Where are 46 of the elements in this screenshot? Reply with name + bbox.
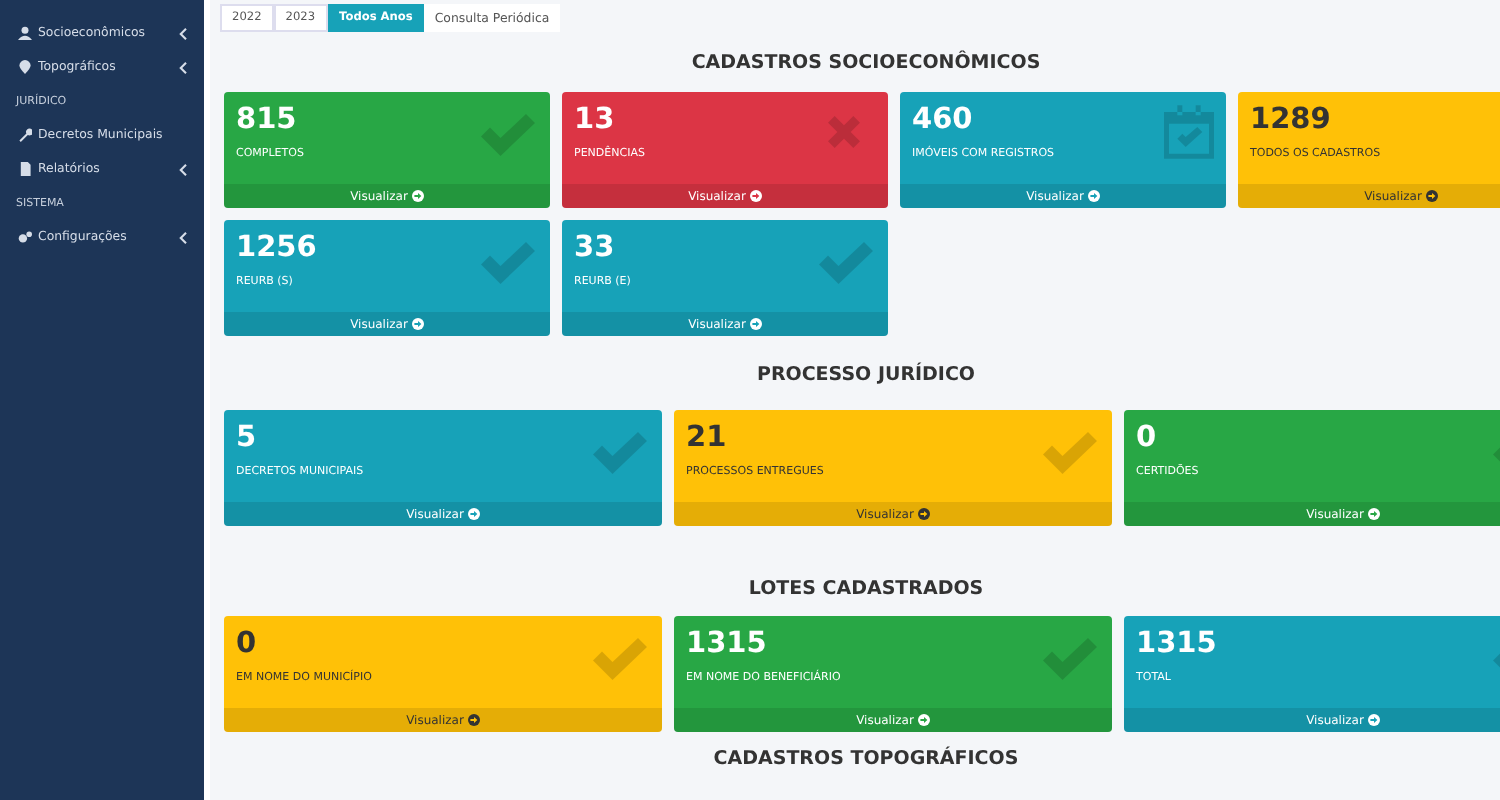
stat-value: 33: [574, 232, 615, 266]
arrow-circle-icon: [917, 714, 930, 726]
check-icon: [478, 112, 538, 158]
chevron-icon[interactable]: [178, 231, 188, 243]
stat-value: 0: [1136, 422, 1157, 456]
check-icon: [590, 430, 650, 476]
stat-value: 1315: [1136, 628, 1217, 662]
stat-value: 13: [574, 104, 615, 138]
check-icon: [1040, 636, 1100, 682]
section-title: PROCESSO JURÍDICO: [754, 364, 978, 386]
section-title: LOTES CADASTRADOS: [746, 578, 986, 600]
arrow-circle-icon: [467, 508, 480, 520]
marker-icon: [18, 60, 32, 74]
arrow-circle-icon: [749, 190, 762, 202]
check-icon: [1040, 430, 1100, 476]
stat-value: 0: [236, 628, 257, 662]
section-title: CADASTROS SOCIOECONÔMICOS: [689, 52, 1043, 74]
check-icon: [816, 240, 876, 286]
stat-value: 5: [236, 422, 257, 456]
arrow-circle-icon: [467, 714, 480, 726]
check-icon: [478, 240, 538, 286]
arrow-circle-icon: [1367, 508, 1380, 520]
stat-value: 815: [236, 104, 297, 138]
arrow-circle-icon: [1087, 190, 1100, 202]
chevron-icon[interactable]: [178, 27, 188, 39]
arrow-circle-icon: [1367, 714, 1380, 726]
arrow-circle-icon: [411, 190, 424, 202]
chevron-icon[interactable]: [178, 163, 188, 175]
document-icon: [18, 162, 32, 176]
arrow-circle-icon: [749, 318, 762, 330]
close-icon: [824, 112, 864, 152]
wrench-icon: [18, 128, 32, 142]
check-icon: [590, 636, 650, 682]
stat-value: 21: [686, 422, 727, 456]
stat-value: 460: [912, 104, 973, 138]
section-title: CADASTROS TOPOGRÁFICOS: [711, 748, 1021, 770]
arrow-circle-icon: [1425, 190, 1438, 202]
arrow-circle-icon: [411, 318, 424, 330]
stat-value: 1315: [686, 628, 767, 662]
chevron-icon[interactable]: [178, 61, 188, 73]
arrow-circle-icon: [917, 508, 930, 520]
stat-value: 1256: [236, 232, 317, 266]
stat-value: 1289: [1250, 104, 1331, 138]
gear-icon: [18, 230, 32, 244]
user-icon: [18, 26, 32, 40]
calendar-icon: [1164, 104, 1214, 160]
